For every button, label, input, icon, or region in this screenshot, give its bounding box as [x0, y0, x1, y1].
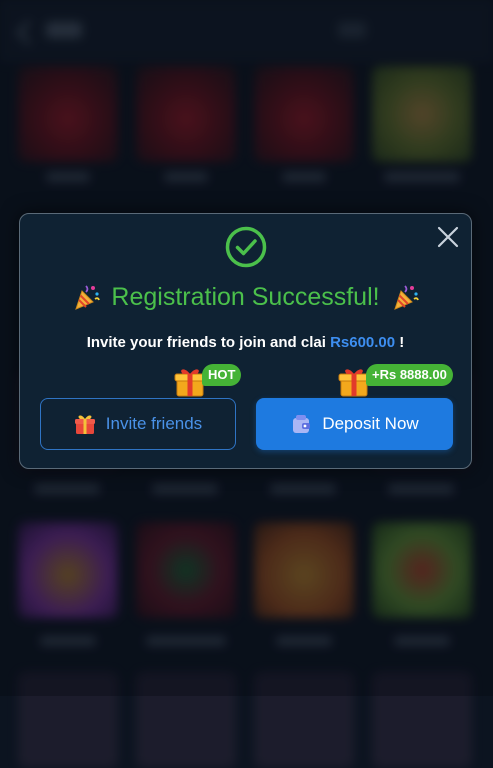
reward-amount: Rs600.00 [330, 334, 396, 351]
close-button[interactable] [437, 226, 459, 248]
gift-icon [74, 415, 95, 434]
modal-title: Registration Successful! [111, 282, 380, 311]
invite-message-text: Invite your friends to join and clai [86, 334, 331, 351]
close-icon [437, 226, 459, 248]
party-popper-icon [75, 285, 101, 310]
invite-friends-button[interactable]: Invite friends [40, 398, 236, 450]
deposit-now-button[interactable]: Deposit Now [256, 398, 453, 450]
hot-badge: HOT [202, 364, 242, 386]
deposit-bonus-badge: +Rs 8888.00 [366, 364, 453, 386]
title-row: Registration Successful! [20, 280, 471, 314]
registration-success-modal: Registration Successful! Invite your fri… [19, 213, 472, 469]
invite-friends-label: Invite friends [105, 414, 203, 433]
invite-message: Invite your friends to join and clai Rs6… [20, 334, 471, 351]
invite-message-suffix: ! [395, 334, 405, 351]
party-popper-icon [393, 285, 419, 310]
check-circle-icon [225, 226, 267, 268]
wallet-icon [293, 415, 311, 433]
deposit-now-label: Deposit Now [322, 414, 419, 433]
